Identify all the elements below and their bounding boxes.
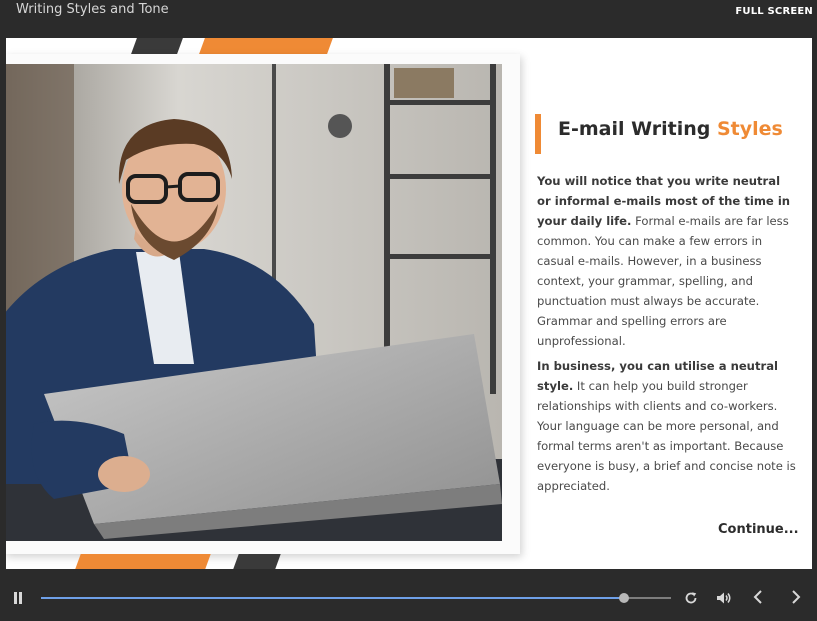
full-screen-button[interactable]: FULL SCREEN (735, 6, 813, 17)
paragraph-2: In business, you can utilise a neutral s… (537, 356, 797, 496)
top-bar: Writing Styles and Tone FULL SCREEN (0, 0, 817, 38)
seek-handle[interactable] (618, 593, 629, 603)
course-title: Writing Styles and Tone (16, 2, 169, 17)
course-player: Writing Styles and Tone FULL SCREEN E-ma… (0, 0, 817, 621)
chevron-left-icon[interactable] (752, 589, 764, 605)
pause-icon[interactable] (12, 592, 24, 606)
slide-heading-main: E-mail Writing (558, 118, 711, 140)
slide: E-mail Writing Styles You will notice th… (6, 38, 812, 569)
heading-accent-bar (535, 114, 541, 154)
decorative-stripe-dark-bottom (233, 554, 281, 569)
continue-link[interactable]: Continue... (718, 522, 799, 537)
paragraph-2-text: It can help you build stronger relations… (537, 379, 796, 493)
slide-heading: E-mail Writing Styles (558, 118, 783, 140)
man-with-laptop-photo (6, 64, 502, 541)
seek-progress (41, 597, 624, 599)
decorative-stripe-dark (131, 38, 183, 54)
seek-bar[interactable] (41, 593, 671, 603)
decorative-stripe-orange (199, 38, 333, 54)
volume-icon[interactable] (716, 590, 732, 604)
decorative-stripe-orange-bottom (75, 554, 211, 569)
replay-icon[interactable] (684, 590, 698, 604)
slide-heading-accent: Styles (716, 118, 783, 140)
paragraph-1-text: Formal e-mails are far less common. You … (537, 214, 789, 348)
paragraph-1: You will notice that you write neutral o… (537, 171, 797, 351)
chevron-right-icon[interactable] (790, 589, 802, 605)
player-controls (0, 569, 817, 621)
photo-card (6, 54, 520, 554)
